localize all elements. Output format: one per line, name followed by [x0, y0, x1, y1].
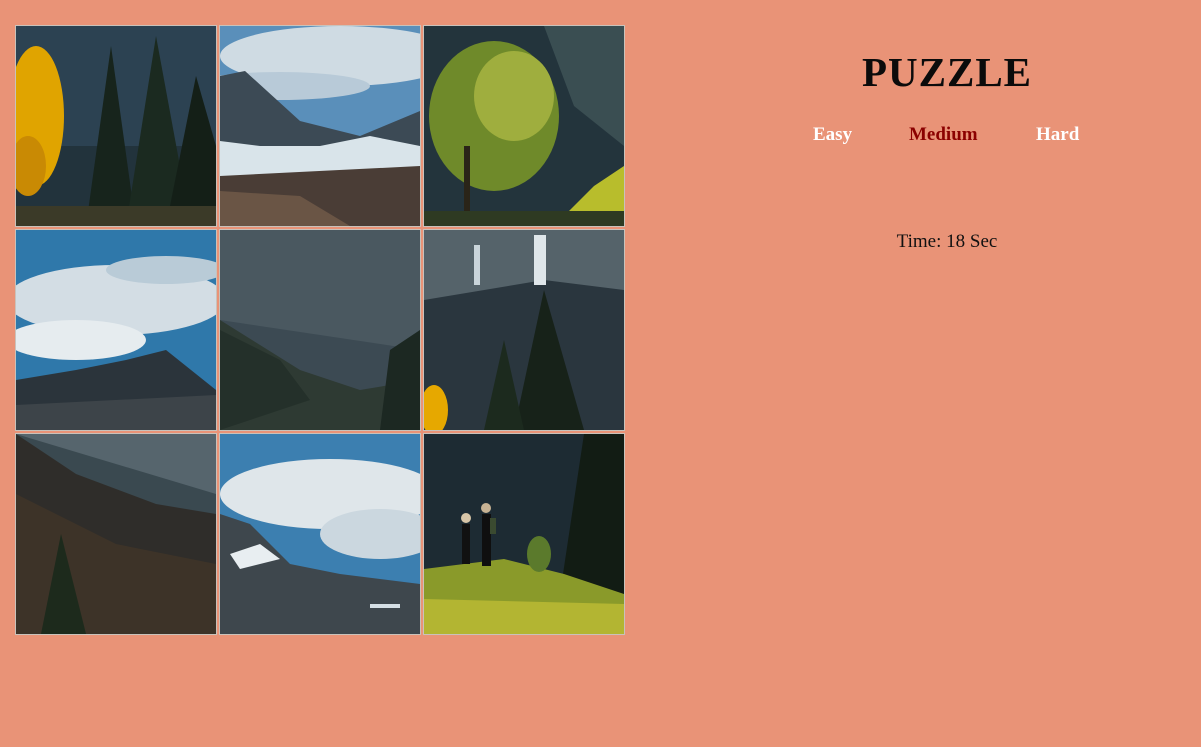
- puzzle-tile-5[interactable]: [219, 229, 421, 431]
- level-medium-button[interactable]: Medium: [909, 124, 978, 146]
- puzzle-tile-7[interactable]: [15, 433, 217, 635]
- puzzle-board: [15, 25, 625, 635]
- puzzle-tile-3[interactable]: [423, 25, 625, 227]
- tile-image-sky: [16, 230, 216, 430]
- tile-image-slope: [16, 434, 216, 634]
- tile-image-sunlit-tree: [424, 26, 624, 226]
- timer-display: Time: 18 Sec: [896, 231, 998, 252]
- puzzle-tile-1[interactable]: [15, 25, 217, 227]
- puzzle-tile-9[interactable]: [423, 433, 625, 635]
- puzzle-tile-4[interactable]: [15, 229, 217, 431]
- tile-image-waterfall: [424, 230, 624, 430]
- difficulty-selector: Easy Medium Hard: [813, 124, 1113, 154]
- puzzle-tile-2[interactable]: [219, 25, 421, 227]
- puzzle-tile-6[interactable]: [423, 229, 625, 431]
- level-easy-button[interactable]: Easy: [813, 124, 852, 146]
- page-title: PUZZLE: [861, 49, 1033, 95]
- puzzle-tile-8[interactable]: [219, 433, 421, 635]
- tile-image-forest: [16, 26, 216, 226]
- tile-image-sky-ridge: [220, 434, 420, 634]
- tile-image-hikers: [424, 434, 624, 634]
- tile-image-peak: [220, 26, 420, 226]
- tile-image-cliff: [220, 230, 420, 430]
- level-hard-button[interactable]: Hard: [1036, 124, 1079, 146]
